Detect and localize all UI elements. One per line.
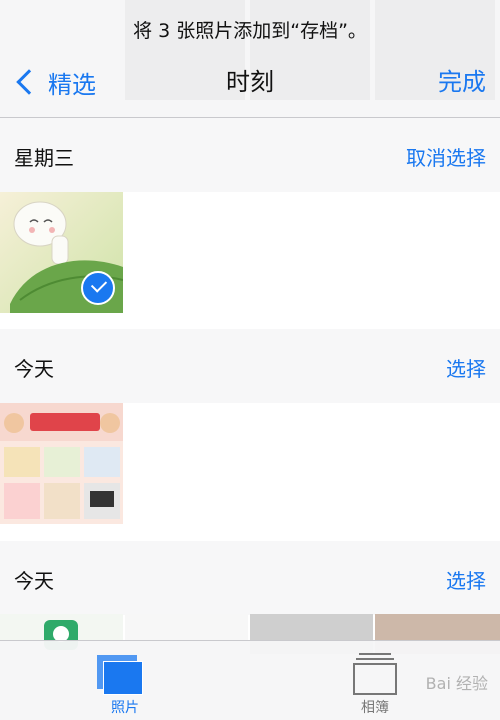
photo-thumbnail-cartoon-leaf[interactable] <box>0 192 123 313</box>
add-to-album-prompt: 将 3 张照片添加到“存档”。 <box>133 20 367 42</box>
section-header-today-1: 今天 选择 <box>0 329 500 403</box>
photos-tab-icon <box>97 655 143 695</box>
header: 将 3 张照片添加到“存档”。 精选 时刻 完成 <box>0 0 500 118</box>
section-title: 星期三 <box>14 146 74 170</box>
section-title: 今天 <box>14 357 54 381</box>
done-button[interactable]: 完成 <box>438 62 486 102</box>
section-header-today-2: 今天 选择 <box>0 541 500 615</box>
select-button[interactable]: 选择 <box>446 353 486 382</box>
page-title: 时刻 <box>226 68 274 96</box>
photo-thumbnail-poster[interactable] <box>0 403 123 524</box>
photo-picker-screen: 将 3 张照片添加到“存档”。 精选 时刻 完成 星期三 取消选择 今天 选择 … <box>0 0 500 720</box>
deselect-button[interactable]: 取消选择 <box>406 142 486 171</box>
tab-photos-label: 照片 <box>111 700 139 716</box>
tab-albums[interactable]: 相簿 <box>305 641 445 720</box>
select-button[interactable]: 选择 <box>446 565 486 594</box>
watermark-logo: Bai 经验 <box>425 674 488 693</box>
section-title: 今天 <box>14 569 54 593</box>
tab-bar: 照片 相簿 Bai 经验 <box>0 640 500 720</box>
nav-bar: 精选 时刻 完成 <box>0 62 500 102</box>
checkmark-icon <box>81 271 115 305</box>
albums-tab-icon <box>353 653 397 695</box>
tab-photos[interactable]: 照片 <box>55 641 195 720</box>
section-header-wednesday: 星期三 取消选择 <box>0 118 500 192</box>
photo-image <box>0 403 123 524</box>
tab-albums-label: 相簿 <box>361 700 389 716</box>
